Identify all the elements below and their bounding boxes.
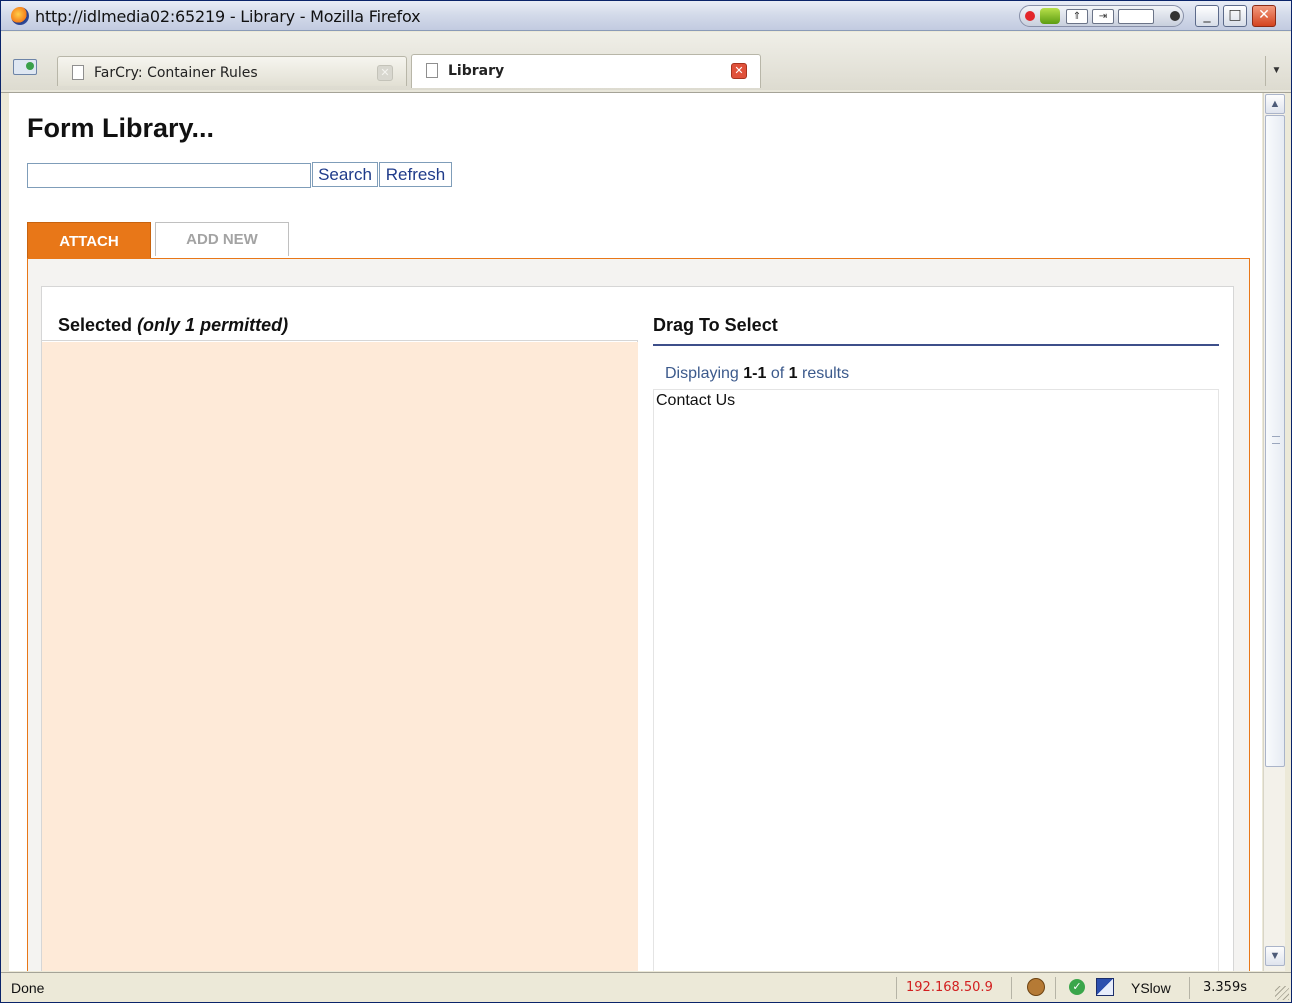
check-icon[interactable]: ✓: [1069, 979, 1085, 995]
page-icon: [426, 63, 438, 78]
vertical-scrollbar[interactable]: ▲ ▼: [1263, 93, 1285, 971]
tab-bar: FarCry: Container Rules ✕ Library ✕ ▼: [1, 32, 1291, 93]
nvidia-toolbar: ⇑ ⇥: [1019, 5, 1184, 27]
tab-farcry-container-rules[interactable]: FarCry: Container Rules ✕: [57, 56, 407, 86]
move-window-icon[interactable]: ⇥: [1092, 9, 1114, 24]
scroll-down-icon[interactable]: ▼: [1265, 946, 1285, 966]
tab-label: Library: [448, 63, 505, 79]
selected-title-text: Selected: [58, 315, 133, 335]
resize-grip-icon[interactable]: [1275, 986, 1289, 1000]
selected-note: (only 1 permitted): [137, 315, 289, 335]
yslow-label[interactable]: YSlow: [1131, 980, 1171, 996]
selected-title: Selected (only 1 permitted): [58, 315, 288, 336]
page-viewport: Form Library... Search Refresh ATTACH AD…: [9, 93, 1262, 971]
drag-title: Drag To Select: [653, 315, 778, 335]
status-ip: 192.168.50.9: [906, 980, 993, 995]
close-icon[interactable]: ✕: [377, 65, 393, 81]
selected-column: Selected (only 1 permitted): [42, 287, 638, 971]
record-icon[interactable]: [1025, 11, 1035, 21]
maximize-button[interactable]: □: [1223, 5, 1247, 27]
tab-list-chevron-icon[interactable]: ▼: [1265, 56, 1287, 86]
selection-panel: Selected (only 1 permitted) Drag To Sele…: [41, 286, 1234, 971]
new-tab-icon[interactable]: [13, 59, 37, 75]
arrange-icon[interactable]: ⇑: [1066, 9, 1088, 24]
pager-of: of: [770, 365, 785, 382]
monkey-icon[interactable]: [1027, 978, 1045, 996]
yslow-icon[interactable]: [1096, 978, 1114, 996]
browser-window: http://idlmedia02:65219 - Library - Mozi…: [0, 0, 1292, 1003]
nvidia-icon[interactable]: [1040, 8, 1060, 24]
refresh-button[interactable]: Refresh: [379, 162, 452, 187]
status-bar: Done 192.168.50.9 ✓ YSlow 3.359s: [1, 972, 1291, 1002]
pager-suffix: results: [802, 365, 850, 382]
tab-attach[interactable]: ATTACH: [27, 222, 151, 259]
tab-add-new[interactable]: ADD NEW: [155, 222, 289, 256]
status-time: 3.359s: [1203, 980, 1247, 995]
scroll-up-icon[interactable]: ▲: [1265, 94, 1285, 114]
divider: [653, 344, 1219, 346]
pager-range: 1-1: [743, 365, 767, 382]
span-window-icon[interactable]: [1118, 9, 1154, 24]
grip-icon: [1272, 436, 1280, 444]
close-button[interactable]: ✕: [1252, 5, 1276, 27]
results-pager: Displaying 1-1 of 1 results: [665, 365, 849, 383]
menu-dot-icon[interactable]: [1170, 11, 1180, 21]
selected-drop-area[interactable]: [42, 342, 638, 971]
close-icon[interactable]: ✕: [731, 63, 747, 79]
drag-column: Drag To Select Displaying 1-1 of 1 resul…: [639, 287, 1234, 971]
search-input[interactable]: [27, 163, 311, 188]
window-title: http://idlmedia02:65219 - Library - Mozi…: [35, 7, 421, 26]
tab-label: FarCry: Container Rules: [94, 65, 258, 81]
status-text: Done: [11, 980, 45, 996]
selected-header: Selected (only 1 permitted): [42, 287, 638, 341]
title-bar: http://idlmedia02:65219 - Library - Mozi…: [1, 1, 1291, 31]
page-title: Form Library...: [27, 113, 215, 143]
firefox-icon: [11, 7, 29, 25]
divider: [1055, 977, 1056, 999]
pager-prefix: Displaying: [665, 365, 739, 382]
tab-library[interactable]: Library ✕: [411, 54, 761, 88]
attach-panel: Selected (only 1 permitted) Drag To Sele…: [27, 258, 1250, 971]
pager-total: 1: [788, 365, 798, 382]
search-button[interactable]: Search: [312, 162, 378, 187]
scrollbar-thumb[interactable]: [1265, 115, 1285, 767]
minimize-button[interactable]: _: [1195, 5, 1219, 27]
list-item[interactable]: Contact Us: [656, 392, 735, 410]
divider: [896, 977, 897, 999]
divider: [1011, 977, 1012, 999]
results-list: Contact Us: [653, 389, 1219, 971]
divider: [1189, 977, 1190, 999]
page-icon: [72, 65, 84, 80]
